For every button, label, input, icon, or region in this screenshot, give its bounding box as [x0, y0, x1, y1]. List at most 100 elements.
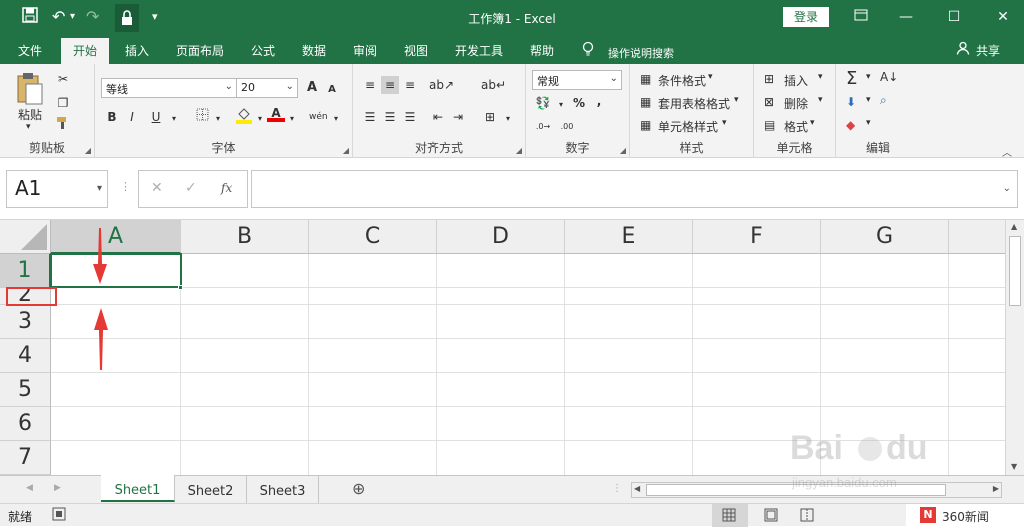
- top-align-icon[interactable]: ≡: [361, 76, 379, 94]
- scroll-up-icon[interactable]: ▲: [1011, 222, 1017, 231]
- autosum-icon[interactable]: Σ: [846, 68, 857, 89]
- bottom-align-icon[interactable]: ≡: [401, 76, 419, 94]
- minimize-icon[interactable]: —: [895, 7, 917, 27]
- clear-dropdown-icon[interactable]: ▾: [866, 118, 871, 128]
- column-header-d[interactable]: D: [437, 220, 565, 254]
- tab-page-layout[interactable]: 页面布局: [176, 42, 224, 59]
- fill-handle[interactable]: [178, 285, 183, 290]
- clear-icon[interactable]: ◆: [846, 118, 855, 132]
- column-header-b[interactable]: B: [181, 220, 309, 254]
- accounting-format-icon[interactable]: 💱: [534, 94, 552, 112]
- insert-dropdown-icon[interactable]: ▾: [818, 72, 823, 82]
- decrease-indent-icon[interactable]: ⇤: [429, 108, 447, 126]
- tab-insert[interactable]: 插入: [125, 42, 149, 59]
- conditional-format-button[interactable]: 条件格式: [658, 72, 706, 89]
- column-header-g[interactable]: G: [821, 220, 949, 254]
- active-cell-a1[interactable]: [50, 253, 182, 288]
- name-box-dropdown-icon[interactable]: ▾: [97, 183, 102, 194]
- prev-sheet-icon[interactable]: ◀: [26, 483, 33, 493]
- find-select-icon[interactable]: ⌕: [880, 93, 887, 108]
- conditional-format-icon[interactable]: ▦: [640, 72, 651, 86]
- format-as-table-button[interactable]: 套用表格格式: [658, 95, 730, 112]
- tell-me-search[interactable]: 操作说明搜索: [608, 45, 674, 61]
- borders-dropdown-icon[interactable]: ▾: [209, 110, 227, 128]
- row-header-1[interactable]: 1: [0, 254, 51, 288]
- page-layout-view-icon[interactable]: [764, 508, 778, 525]
- normal-view-icon[interactable]: [712, 504, 748, 527]
- format-painter-icon[interactable]: [54, 116, 72, 134]
- accounting-dropdown-icon[interactable]: ▾: [552, 96, 570, 114]
- middle-align-icon[interactable]: ≡: [381, 76, 399, 94]
- align-center-icon[interactable]: ☰: [381, 108, 399, 126]
- italic-button[interactable]: I: [123, 108, 141, 126]
- paste-dropdown-icon[interactable]: ▾: [26, 122, 31, 132]
- cell-styles-button[interactable]: 单元格样式: [658, 118, 718, 135]
- add-sheet-icon[interactable]: ⊕: [352, 479, 365, 498]
- tab-formulas[interactable]: 公式: [251, 42, 275, 59]
- percent-style-icon[interactable]: %: [570, 94, 588, 112]
- column-header-e[interactable]: E: [565, 220, 693, 254]
- copy-icon[interactable]: ❐: [54, 94, 72, 112]
- format-cells-icon[interactable]: ▤: [764, 118, 775, 132]
- row-header-4[interactable]: 4: [0, 339, 51, 373]
- fill-icon[interactable]: ⬇: [846, 95, 856, 109]
- font-color-dropdown-icon[interactable]: ▾: [283, 110, 301, 128]
- macro-record-icon[interactable]: [52, 507, 66, 524]
- cancel-icon[interactable]: ✕: [151, 180, 163, 196]
- insert-cells-icon[interactable]: ⊞: [764, 72, 774, 86]
- select-all-corner[interactable]: [0, 220, 51, 254]
- collapse-ribbon-icon[interactable]: ︿: [1002, 144, 1012, 159]
- next-sheet-icon[interactable]: ▶: [54, 483, 61, 493]
- number-format-box[interactable]: 常规 ⌄: [532, 70, 622, 90]
- grow-font-icon[interactable]: A: [303, 79, 321, 97]
- column-header-c[interactable]: C: [309, 220, 437, 254]
- bold-button[interactable]: B: [103, 108, 121, 126]
- alignment-launcher-icon[interactable]: ◢: [516, 146, 522, 155]
- formula-input[interactable]: ⌄: [251, 170, 1018, 208]
- sheet-tab-sheet1[interactable]: Sheet1: [101, 475, 175, 502]
- horizontal-scrollbar[interactable]: ◀ ▶: [631, 482, 1002, 498]
- orientation-icon[interactable]: ab↗: [429, 76, 454, 94]
- number-format-dropdown-icon[interactable]: ⌄: [610, 73, 618, 84]
- maximize-icon[interactable]: ☐: [943, 7, 965, 27]
- sheet-tab-sheet3[interactable]: Sheet3: [247, 476, 319, 503]
- column-header-f[interactable]: F: [693, 220, 821, 254]
- column-header-h[interactable]: [949, 220, 1005, 254]
- phonetic-dropdown-icon[interactable]: ▾: [327, 110, 345, 128]
- format-table-dropdown-icon[interactable]: ▾: [734, 95, 739, 105]
- column-header-a[interactable]: A: [51, 220, 181, 254]
- scroll-down-icon[interactable]: ▼: [1011, 462, 1017, 471]
- vertical-scroll-thumb[interactable]: [1009, 236, 1021, 306]
- row-header-5[interactable]: 5: [0, 373, 51, 407]
- underline-dropdown-icon[interactable]: ▾: [165, 110, 183, 128]
- comma-style-icon[interactable]: ,: [590, 92, 608, 110]
- worksheet-grid[interactable]: A B C D E F G 1 2 3 4 5 6 7: [0, 220, 1005, 475]
- tab-help[interactable]: 帮助: [530, 42, 554, 59]
- page-break-view-icon[interactable]: [800, 508, 814, 525]
- share-button[interactable]: 共享: [976, 42, 1000, 59]
- paste-icon[interactable]: [16, 72, 44, 109]
- conditional-dropdown-icon[interactable]: ▾: [708, 72, 713, 82]
- increase-decimal-icon[interactable]: .0→: [534, 118, 552, 136]
- font-launcher-icon[interactable]: ◢: [343, 146, 349, 155]
- clipboard-launcher-icon[interactable]: ◢: [85, 146, 91, 155]
- sheet-tab-sheet2[interactable]: Sheet2: [175, 476, 247, 503]
- tab-review[interactable]: 审阅: [353, 42, 377, 59]
- close-icon[interactable]: ✕: [992, 7, 1014, 27]
- row-header-6[interactable]: 6: [0, 407, 51, 441]
- tab-home[interactable]: 开始: [61, 38, 110, 64]
- merge-center-icon[interactable]: ⊞: [481, 108, 499, 126]
- font-size-dropdown-icon[interactable]: ⌄: [286, 81, 294, 92]
- cut-icon[interactable]: ✂: [54, 70, 72, 88]
- wrap-text-icon[interactable]: ab↵: [481, 76, 506, 94]
- tab-developer[interactable]: 开发工具: [455, 42, 503, 59]
- font-name-dropdown-icon[interactable]: ⌄: [225, 81, 233, 92]
- decrease-decimal-icon[interactable]: .00: [558, 118, 576, 136]
- ribbon-display-icon[interactable]: [850, 7, 872, 27]
- name-box[interactable]: A1 ▾: [6, 170, 108, 208]
- login-button[interactable]: 登录: [783, 7, 829, 27]
- delete-dropdown-icon[interactable]: ▾: [818, 95, 823, 105]
- format-as-table-icon[interactable]: ▦: [640, 95, 651, 109]
- phonetic-guide-icon[interactable]: wén: [309, 108, 328, 126]
- align-right-icon[interactable]: ☰: [401, 108, 419, 126]
